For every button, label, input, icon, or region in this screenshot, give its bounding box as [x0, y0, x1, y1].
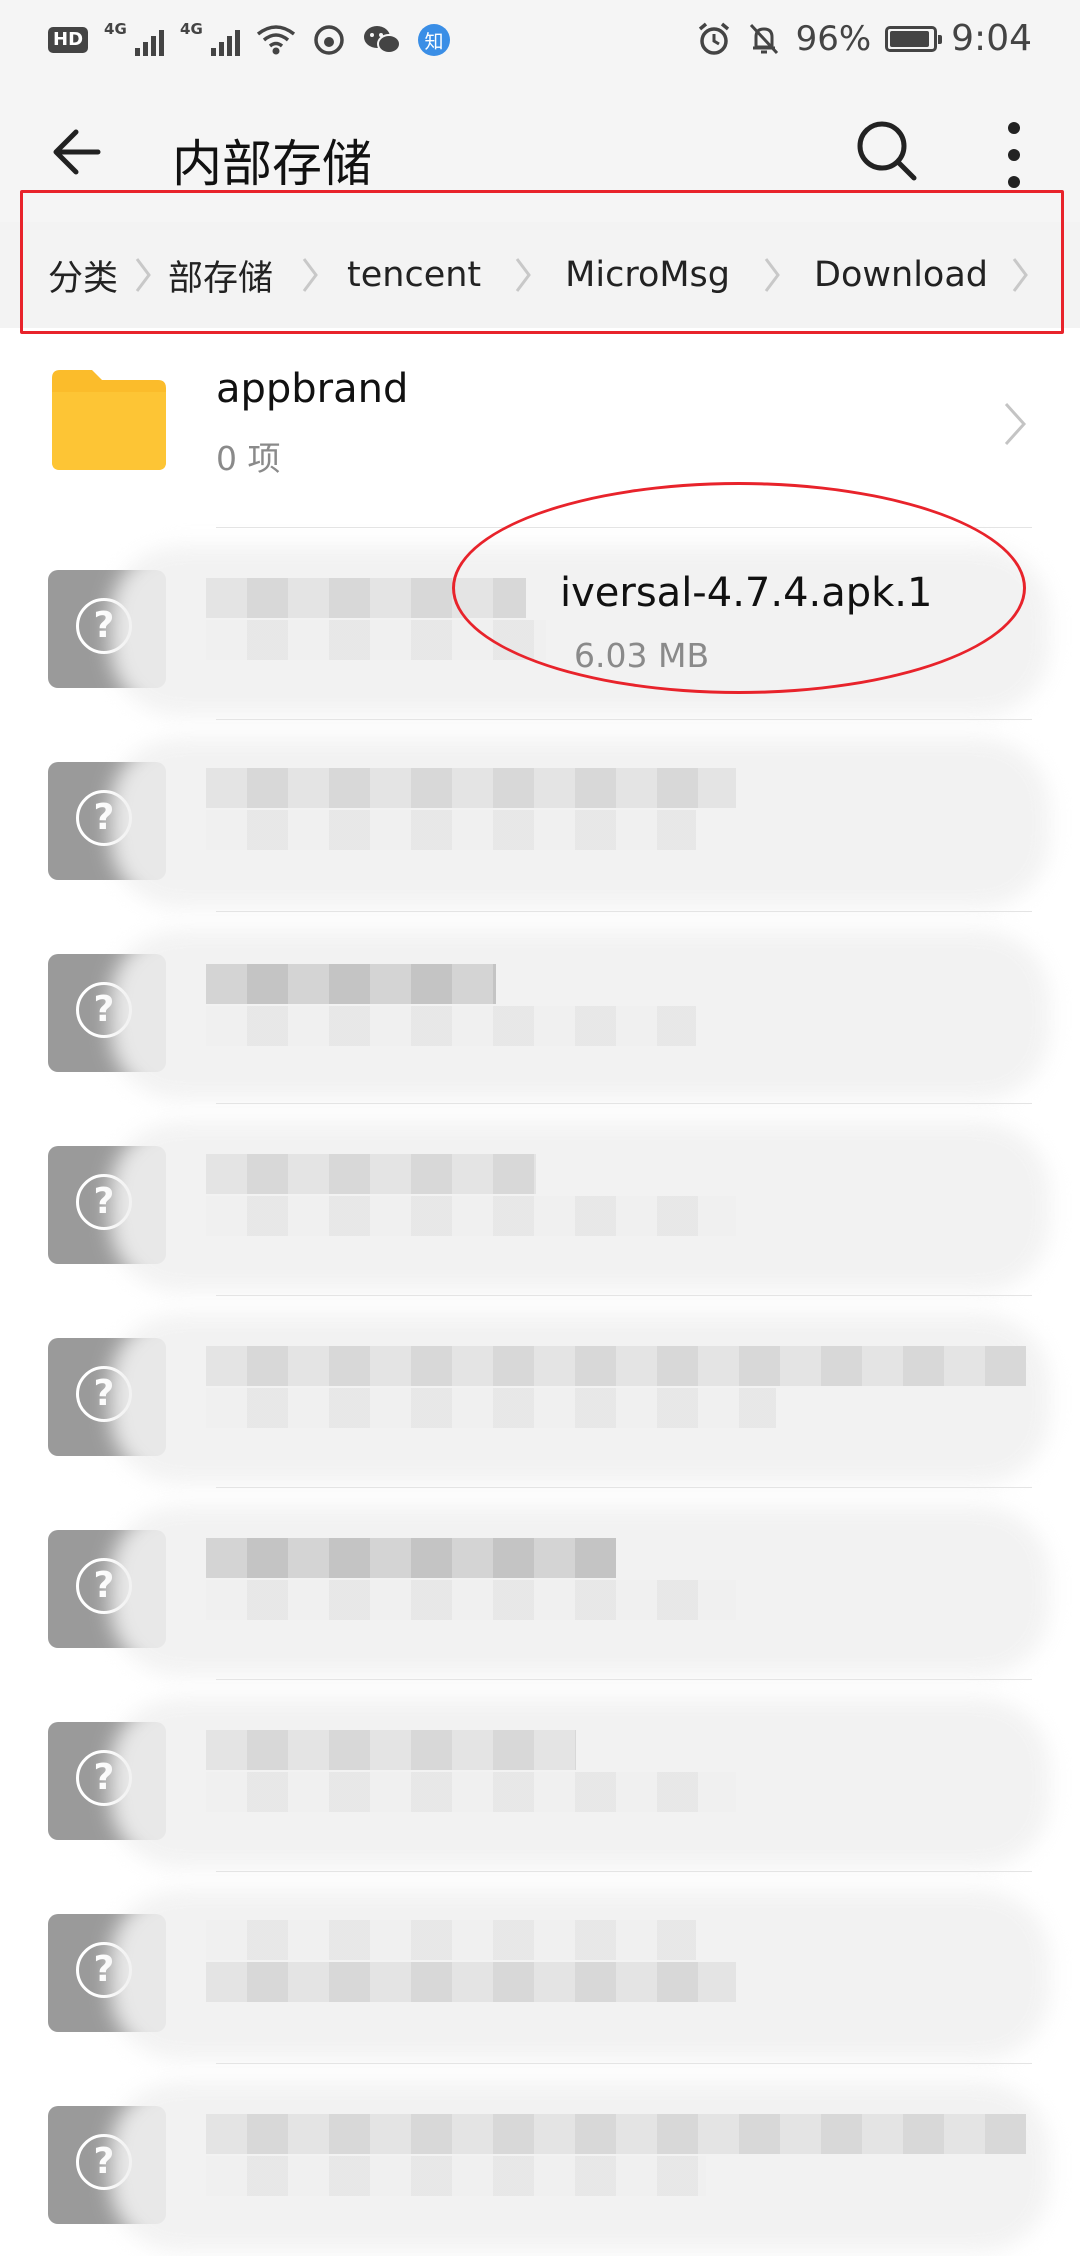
redaction-block	[206, 1006, 696, 1046]
redaction-block	[206, 768, 736, 808]
breadcrumb-item-internal-storage[interactable]: 部存储	[168, 250, 273, 301]
redaction-block	[206, 620, 546, 660]
list-item-folder[interactable]: appbrand 0 项	[0, 336, 1080, 528]
alarm-icon	[698, 22, 729, 55]
file-name: appbrand	[216, 366, 409, 412]
list-item-file[interactable]: ?	[0, 912, 1080, 1104]
back-arrow-icon[interactable]	[40, 112, 126, 192]
folder-icon	[52, 370, 166, 470]
file-info: 0 项	[216, 439, 281, 478]
list-item-file[interactable]: ?	[0, 1104, 1080, 1296]
redaction-block	[206, 1538, 616, 1578]
redaction-block	[206, 1196, 736, 1236]
weibo-icon	[314, 25, 344, 55]
more-options-icon[interactable]	[990, 112, 1038, 198]
redaction-block	[206, 1730, 576, 1770]
redaction-block	[206, 1772, 736, 1812]
redaction-block	[206, 810, 696, 850]
app-bar: 内部存储	[0, 82, 1080, 222]
search-icon[interactable]	[848, 112, 928, 192]
redaction-block	[206, 1346, 1026, 1386]
signal-4g-icon: 4G	[104, 20, 165, 58]
zhihu-icon: 知	[418, 24, 451, 56]
chevron-right-icon	[273, 222, 347, 328]
redaction-block	[206, 1962, 736, 2002]
redaction-block	[206, 964, 496, 1004]
signal-4g-icon-2: 4G	[180, 20, 241, 58]
wifi-icon	[256, 25, 296, 55]
list-item-file[interactable]: ?	[0, 1680, 1080, 1872]
list-item-file[interactable]: ?	[0, 2064, 1080, 2256]
chevron-right-icon	[1004, 402, 1027, 446]
breadcrumb-item-tencent[interactable]: tencent	[347, 255, 481, 295]
breadcrumb-item-category[interactable]: 分类	[48, 250, 118, 301]
mute-bell-icon	[749, 23, 778, 54]
redaction-block	[206, 1580, 736, 1620]
wechat-icon	[364, 26, 402, 54]
chevron-right-icon	[481, 222, 565, 328]
redaction-block	[206, 1920, 696, 1960]
status-right: 96% 9:04	[696, 18, 1032, 59]
list-item-file[interactable]: ?	[0, 1488, 1080, 1680]
hd-icon: HD	[48, 27, 89, 53]
breadcrumb: 分类 部存储 tencent MicroMsg Download	[0, 222, 1080, 328]
file-list: appbrand 0 项 ? iversal-4.7.4.apk.1 6.03 …	[0, 336, 1080, 2256]
list-item-file[interactable]: ?	[0, 720, 1080, 912]
clock: 9:04	[951, 18, 1032, 59]
status-left: HD 4G 4G 知	[48, 20, 451, 58]
redaction-block	[206, 2156, 706, 2196]
breadcrumb-item-download[interactable]: Download	[814, 255, 988, 295]
redaction-block	[206, 578, 526, 618]
battery-icon	[885, 25, 943, 52]
list-item-file[interactable]: ?	[0, 1296, 1080, 1488]
file-name: iversal-4.7.4.apk.1	[560, 570, 933, 616]
redaction-block	[206, 1388, 776, 1428]
redaction-block	[206, 1154, 536, 1194]
page-title: 内部存储	[172, 135, 372, 193]
breadcrumb-item-micromsg[interactable]: MicroMsg	[565, 255, 730, 295]
redaction-block	[206, 2114, 1026, 2154]
chevron-right-icon	[118, 222, 168, 328]
file-info: 6.03 MB	[574, 636, 710, 675]
battery-percent: 96%	[795, 18, 872, 59]
chevron-right-icon	[730, 222, 814, 328]
list-item-file[interactable]: ?	[0, 1872, 1080, 2064]
breadcrumb-row: 分类 部存储 tencent MicroMsg Download	[48, 222, 1052, 328]
chevron-right-icon	[988, 222, 1052, 328]
list-item-file[interactable]: ? iversal-4.7.4.apk.1 6.03 MB	[0, 528, 1080, 720]
status-bar: HD 4G 4G 知 96% 9:04	[0, 0, 1080, 82]
